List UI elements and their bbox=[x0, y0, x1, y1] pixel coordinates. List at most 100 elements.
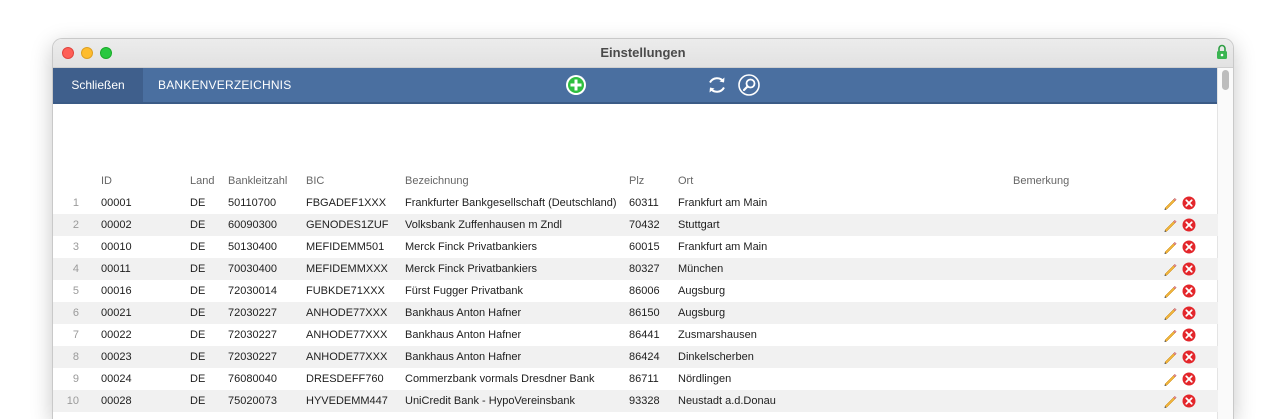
delete-icon[interactable] bbox=[1182, 240, 1196, 254]
table-row[interactable]: 9 00024 DE 76080040 DRESDEFF760 Commerzb… bbox=[53, 368, 1218, 390]
cell-id: 00016 bbox=[101, 285, 132, 297]
cell-id: 00022 bbox=[101, 329, 132, 341]
cell-id: 00028 bbox=[101, 395, 132, 407]
cell-bezeichnung: Bankhaus Anton Hafner bbox=[405, 329, 522, 341]
plus-circle-icon[interactable] bbox=[565, 74, 587, 96]
column-header-ort[interactable]: Ort bbox=[678, 175, 693, 187]
cell-bic: GENODES1ZUF bbox=[306, 219, 389, 231]
cell-ort: Neustadt a.d.Donau bbox=[678, 395, 776, 407]
cell-bic: MEFIDEMMXXX bbox=[306, 263, 388, 275]
table-row[interactable]: 4 00011 DE 70030400 MEFIDEMMXXX Merck Fi… bbox=[53, 258, 1218, 280]
cell-bankleitzahl: 72030227 bbox=[228, 351, 277, 363]
pencil-icon[interactable] bbox=[1162, 217, 1178, 233]
close-button[interactable]: Schließen bbox=[53, 68, 143, 102]
scroll-thumb[interactable] bbox=[1222, 70, 1229, 90]
cell-land: DE bbox=[190, 307, 206, 319]
cell-ort: München bbox=[678, 263, 724, 275]
cell-plz: 86150 bbox=[629, 307, 660, 319]
column-header-id[interactable]: ID bbox=[101, 175, 112, 187]
pencil-icon[interactable] bbox=[1162, 349, 1178, 365]
cell-land: DE bbox=[190, 329, 206, 341]
cell-ort: Dinkelscherben bbox=[678, 351, 754, 363]
window-title: Einstellungen bbox=[600, 45, 686, 60]
vertical-scrollbar[interactable] bbox=[1217, 68, 1233, 419]
table-row[interactable]: 10 00028 DE 75020073 HYVEDEMM447 UniCred… bbox=[53, 390, 1218, 412]
column-header-bemerkung[interactable]: Bemerkung bbox=[1013, 175, 1069, 187]
cell-plz: 86424 bbox=[629, 351, 660, 363]
pencil-icon[interactable] bbox=[1162, 393, 1178, 409]
cell-plz: 70432 bbox=[629, 219, 660, 231]
cell-id: 00011 bbox=[101, 263, 131, 275]
pencil-icon[interactable] bbox=[1162, 195, 1178, 211]
refresh-icon[interactable] bbox=[706, 74, 728, 96]
pencil-icon[interactable] bbox=[1162, 261, 1178, 277]
delete-icon[interactable] bbox=[1182, 306, 1196, 320]
column-header-blz[interactable]: Bankleitzahl bbox=[228, 175, 287, 187]
cell-bankleitzahl: 72030014 bbox=[228, 285, 277, 297]
pencil-icon[interactable] bbox=[1162, 239, 1178, 255]
row-number: 1 bbox=[72, 197, 79, 209]
pencil-icon[interactable] bbox=[1162, 327, 1178, 343]
cell-id: 00021 bbox=[101, 307, 132, 319]
cell-land: DE bbox=[190, 219, 206, 231]
cell-bankleitzahl: 75020073 bbox=[228, 395, 277, 407]
cell-land: DE bbox=[190, 351, 206, 363]
delete-icon[interactable] bbox=[1182, 218, 1196, 232]
row-number: 6 bbox=[72, 307, 79, 319]
column-header-bic[interactable]: BIC bbox=[306, 175, 324, 187]
table-row[interactable]: 1 00001 DE 50110700 FBGADEF1XXX Frankfur… bbox=[53, 192, 1218, 214]
title-bar: Einstellungen bbox=[53, 39, 1233, 68]
cell-bic: FUBKDE71XXX bbox=[306, 285, 385, 297]
table-header: ID Land Bankleitzahl BIC Bezeichnung Plz… bbox=[53, 175, 1218, 191]
delete-icon[interactable] bbox=[1182, 350, 1196, 364]
cell-bic: DRESDEFF760 bbox=[306, 373, 384, 385]
cell-id: 00001 bbox=[101, 197, 132, 209]
cell-bic: FBGADEF1XXX bbox=[306, 197, 387, 209]
cell-plz: 86006 bbox=[629, 285, 660, 297]
table-row[interactable]: 7 00022 DE 72030227 ANHODE77XXX Bankhaus… bbox=[53, 324, 1218, 346]
delete-icon[interactable] bbox=[1182, 284, 1196, 298]
column-header-plz[interactable]: Plz bbox=[629, 175, 644, 187]
cell-bankleitzahl: 70030400 bbox=[228, 263, 277, 275]
table-row[interactable]: 5 00016 DE 72030014 FUBKDE71XXX Fürst Fu… bbox=[53, 280, 1218, 302]
cell-bezeichnung: Commerzbank vormals Dresdner Bank bbox=[405, 373, 595, 385]
cell-bic: HYVEDEMM447 bbox=[306, 395, 388, 407]
pencil-icon[interactable] bbox=[1162, 305, 1178, 321]
cell-bezeichnung: Fürst Fugger Privatbank bbox=[405, 285, 523, 297]
search-icon[interactable] bbox=[738, 74, 760, 96]
table-row[interactable]: 3 00010 DE 50130400 MEFIDEMM501 Merck Fi… bbox=[53, 236, 1218, 258]
cell-bic: ANHODE77XXX bbox=[306, 329, 388, 341]
table-row[interactable]: 2 00002 DE 60090300 GENODES1ZUF Volksban… bbox=[53, 214, 1218, 236]
table-row[interactable]: 8 00023 DE 72030227 ANHODE77XXX Bankhaus… bbox=[53, 346, 1218, 368]
cell-ort: Frankfurt am Main bbox=[678, 197, 768, 209]
row-number: 5 bbox=[72, 285, 79, 297]
lock-icon bbox=[1217, 44, 1227, 59]
cell-land: DE bbox=[190, 285, 206, 297]
cell-plz: 86711 bbox=[629, 373, 659, 385]
cell-bankleitzahl: 76080040 bbox=[228, 373, 277, 385]
cell-bankleitzahl: 50110700 bbox=[228, 197, 277, 209]
delete-icon[interactable] bbox=[1182, 372, 1196, 386]
cell-land: DE bbox=[190, 395, 206, 407]
cell-ort: Augsburg bbox=[678, 307, 726, 319]
cell-bankleitzahl: 60090300 bbox=[228, 219, 277, 231]
delete-icon[interactable] bbox=[1182, 196, 1196, 210]
delete-icon[interactable] bbox=[1182, 394, 1196, 408]
row-number: 10 bbox=[66, 395, 79, 407]
delete-icon[interactable] bbox=[1182, 328, 1196, 342]
cell-bezeichnung: Bankhaus Anton Hafner bbox=[405, 351, 522, 363]
cell-id: 00002 bbox=[101, 219, 132, 231]
row-number: 4 bbox=[72, 263, 79, 275]
pencil-icon[interactable] bbox=[1162, 371, 1178, 387]
delete-icon[interactable] bbox=[1182, 262, 1196, 276]
pencil-icon[interactable] bbox=[1162, 283, 1178, 299]
row-number: 3 bbox=[72, 241, 79, 253]
column-header-bezeichnung[interactable]: Bezeichnung bbox=[405, 175, 469, 187]
row-number: 9 bbox=[72, 373, 79, 385]
cell-bic: ANHODE77XXX bbox=[306, 307, 388, 319]
column-header-land[interactable]: Land bbox=[190, 175, 214, 187]
cell-bezeichnung: Merck Finck Privatbankiers bbox=[405, 241, 538, 253]
row-number: 8 bbox=[72, 351, 79, 363]
table-row[interactable]: 6 00021 DE 72030227 ANHODE77XXX Bankhaus… bbox=[53, 302, 1218, 324]
page-title: BANKENVERZEICHNIS bbox=[158, 78, 292, 92]
